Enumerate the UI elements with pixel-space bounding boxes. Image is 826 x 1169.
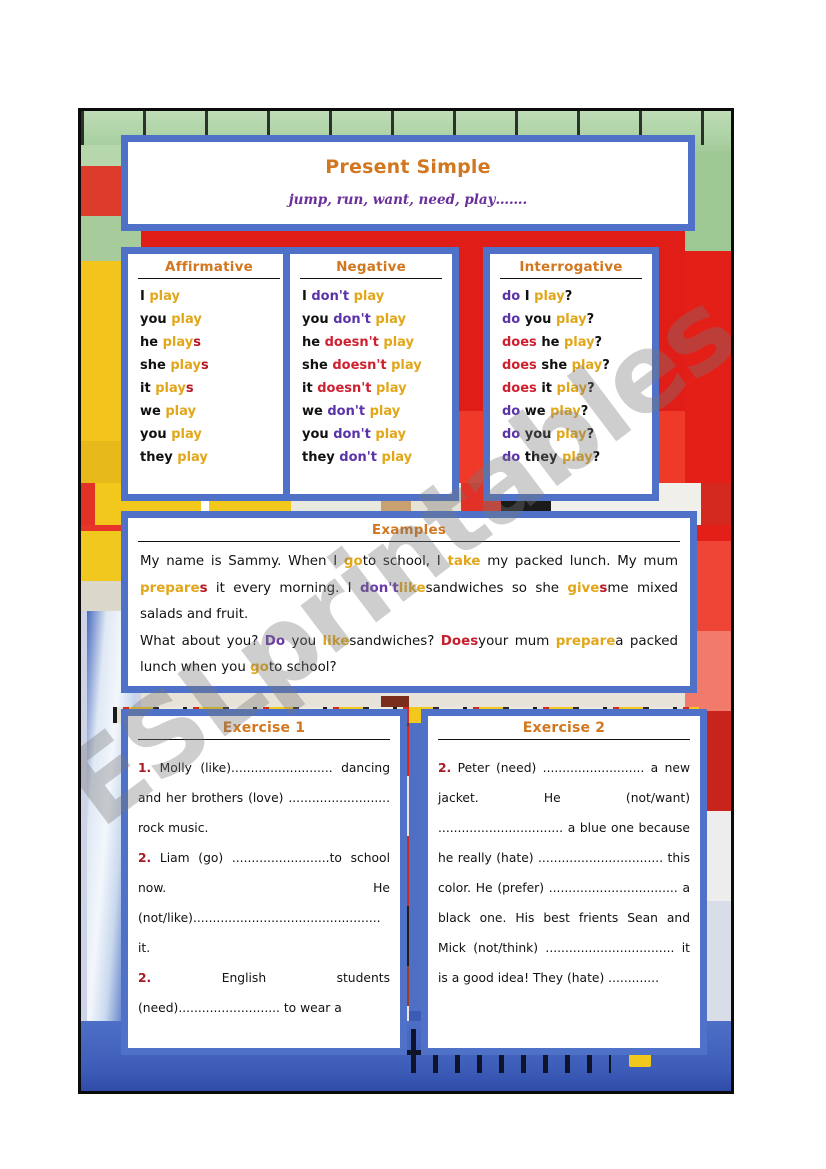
conjugation-row: they don't play [302, 450, 413, 465]
conjugation-row: do they play? [502, 450, 601, 465]
conjugation-row: I play [140, 289, 180, 304]
negative-card: Negative I don't play you don't play he do… [283, 247, 459, 501]
conjugation-row: do you play? [502, 427, 595, 442]
exercise-1-heading: Exercise 1 [222, 720, 306, 736]
examples-paragraph-1: My name is Sammy. When I goto school, I … [140, 554, 679, 622]
title-card: Present Simple jump, run, want, need, pl… [121, 135, 695, 231]
affirmative-card: Affirmative I play you play he plays she pl… [121, 247, 297, 501]
exercise-item-text: Liam (go) .........................to sc… [138, 851, 390, 955]
interrogative-list: do I play? do you play? does he play? does … [490, 284, 652, 469]
conjugation-row: she plays [140, 358, 209, 373]
conjugation-row: they play [140, 450, 208, 465]
conjugation-row: does she play? [502, 358, 610, 373]
conjugation-row: you play [140, 312, 202, 327]
exercise-item: 2. English students (need)..............… [138, 963, 390, 1023]
conjugation-row: it plays [140, 381, 194, 396]
divider [500, 278, 642, 279]
negative-heading: Negative [336, 259, 406, 275]
affirmative-heading: Affirmative [165, 259, 253, 275]
exercise-2-body: 2. Peter (need) ........................… [428, 745, 700, 993]
worksheet-page: Present Simple jump, run, want, need, pl… [0, 0, 826, 1169]
examples-paragraph-2: What about you? Do you likesandwiches? D… [140, 633, 678, 676]
exercise-item-text: English students (need).................… [138, 971, 390, 1015]
conjugation-row: I don't play [302, 289, 385, 304]
exercise-item-number: 2. [138, 971, 152, 985]
interrogative-heading: Interrogative [519, 259, 623, 275]
examples-card: Examples My name is Sammy. When I goto s… [121, 511, 697, 693]
conjugation-row: he doesn't play [302, 335, 414, 350]
conjugation-row: do we play? [502, 404, 589, 419]
exercise-item: 2. Peter (need) ........................… [438, 753, 690, 993]
page-title: Present Simple [325, 156, 491, 178]
exercise-item-number: 2. [138, 851, 152, 865]
conjugation-row: she doesn't play [302, 358, 422, 373]
exercise-2-heading: Exercise 2 [522, 720, 606, 736]
exercise-2-card: Exercise 2 2. Peter (need) .............… [421, 709, 707, 1055]
conjugation-row: do I play? [502, 289, 573, 304]
exercise-item-number: 1. [138, 761, 152, 775]
conjugation-row: does he play? [502, 335, 603, 350]
conjugation-row: we play [140, 404, 196, 419]
negative-list: I don't play you don't play he doesn't pla… [290, 284, 452, 469]
exercise-item: 1. Molly (like).........................… [138, 753, 390, 843]
conjugation-row: does it play? [502, 381, 595, 396]
conjugation-row: you don't play [302, 312, 407, 327]
conjugation-row: do you play? [502, 312, 595, 327]
divider [438, 739, 690, 740]
divider [138, 278, 280, 279]
worksheet-sheet: Present Simple jump, run, want, need, pl… [78, 108, 734, 1094]
divider [300, 278, 442, 279]
conjugation-row: you play [140, 427, 202, 442]
exercise-item: 2. Liam (go) .........................to… [138, 843, 390, 963]
page-subtitle: jump, run, want, need, play……. [288, 192, 528, 208]
background-rake-tip [629, 1053, 651, 1067]
conjugation-row: we don't play [302, 404, 401, 419]
exercise-item-text: Molly (like).......................... d… [138, 761, 390, 835]
examples-heading: Examples [371, 522, 447, 538]
conjugation-row: it doesn't play [302, 381, 407, 396]
affirmative-list: I play you play he plays she plays it plays w… [128, 284, 290, 469]
conjugation-row: he plays [140, 335, 201, 350]
divider [138, 739, 390, 740]
conjugation-row: you don't play [302, 427, 407, 442]
interrogative-card: Interrogative do I play? do you play? does… [483, 247, 659, 501]
examples-body: My name is Sammy. When I goto school, I … [128, 547, 690, 682]
exercise-item-text: Peter (need) .......................... … [438, 761, 690, 985]
exercise-item-number: 2. [438, 761, 452, 775]
exercise-1-body: 1. Molly (like).........................… [128, 745, 400, 1023]
exercise-1-card: Exercise 1 1. Molly (like)..............… [121, 709, 407, 1055]
divider [138, 541, 680, 542]
